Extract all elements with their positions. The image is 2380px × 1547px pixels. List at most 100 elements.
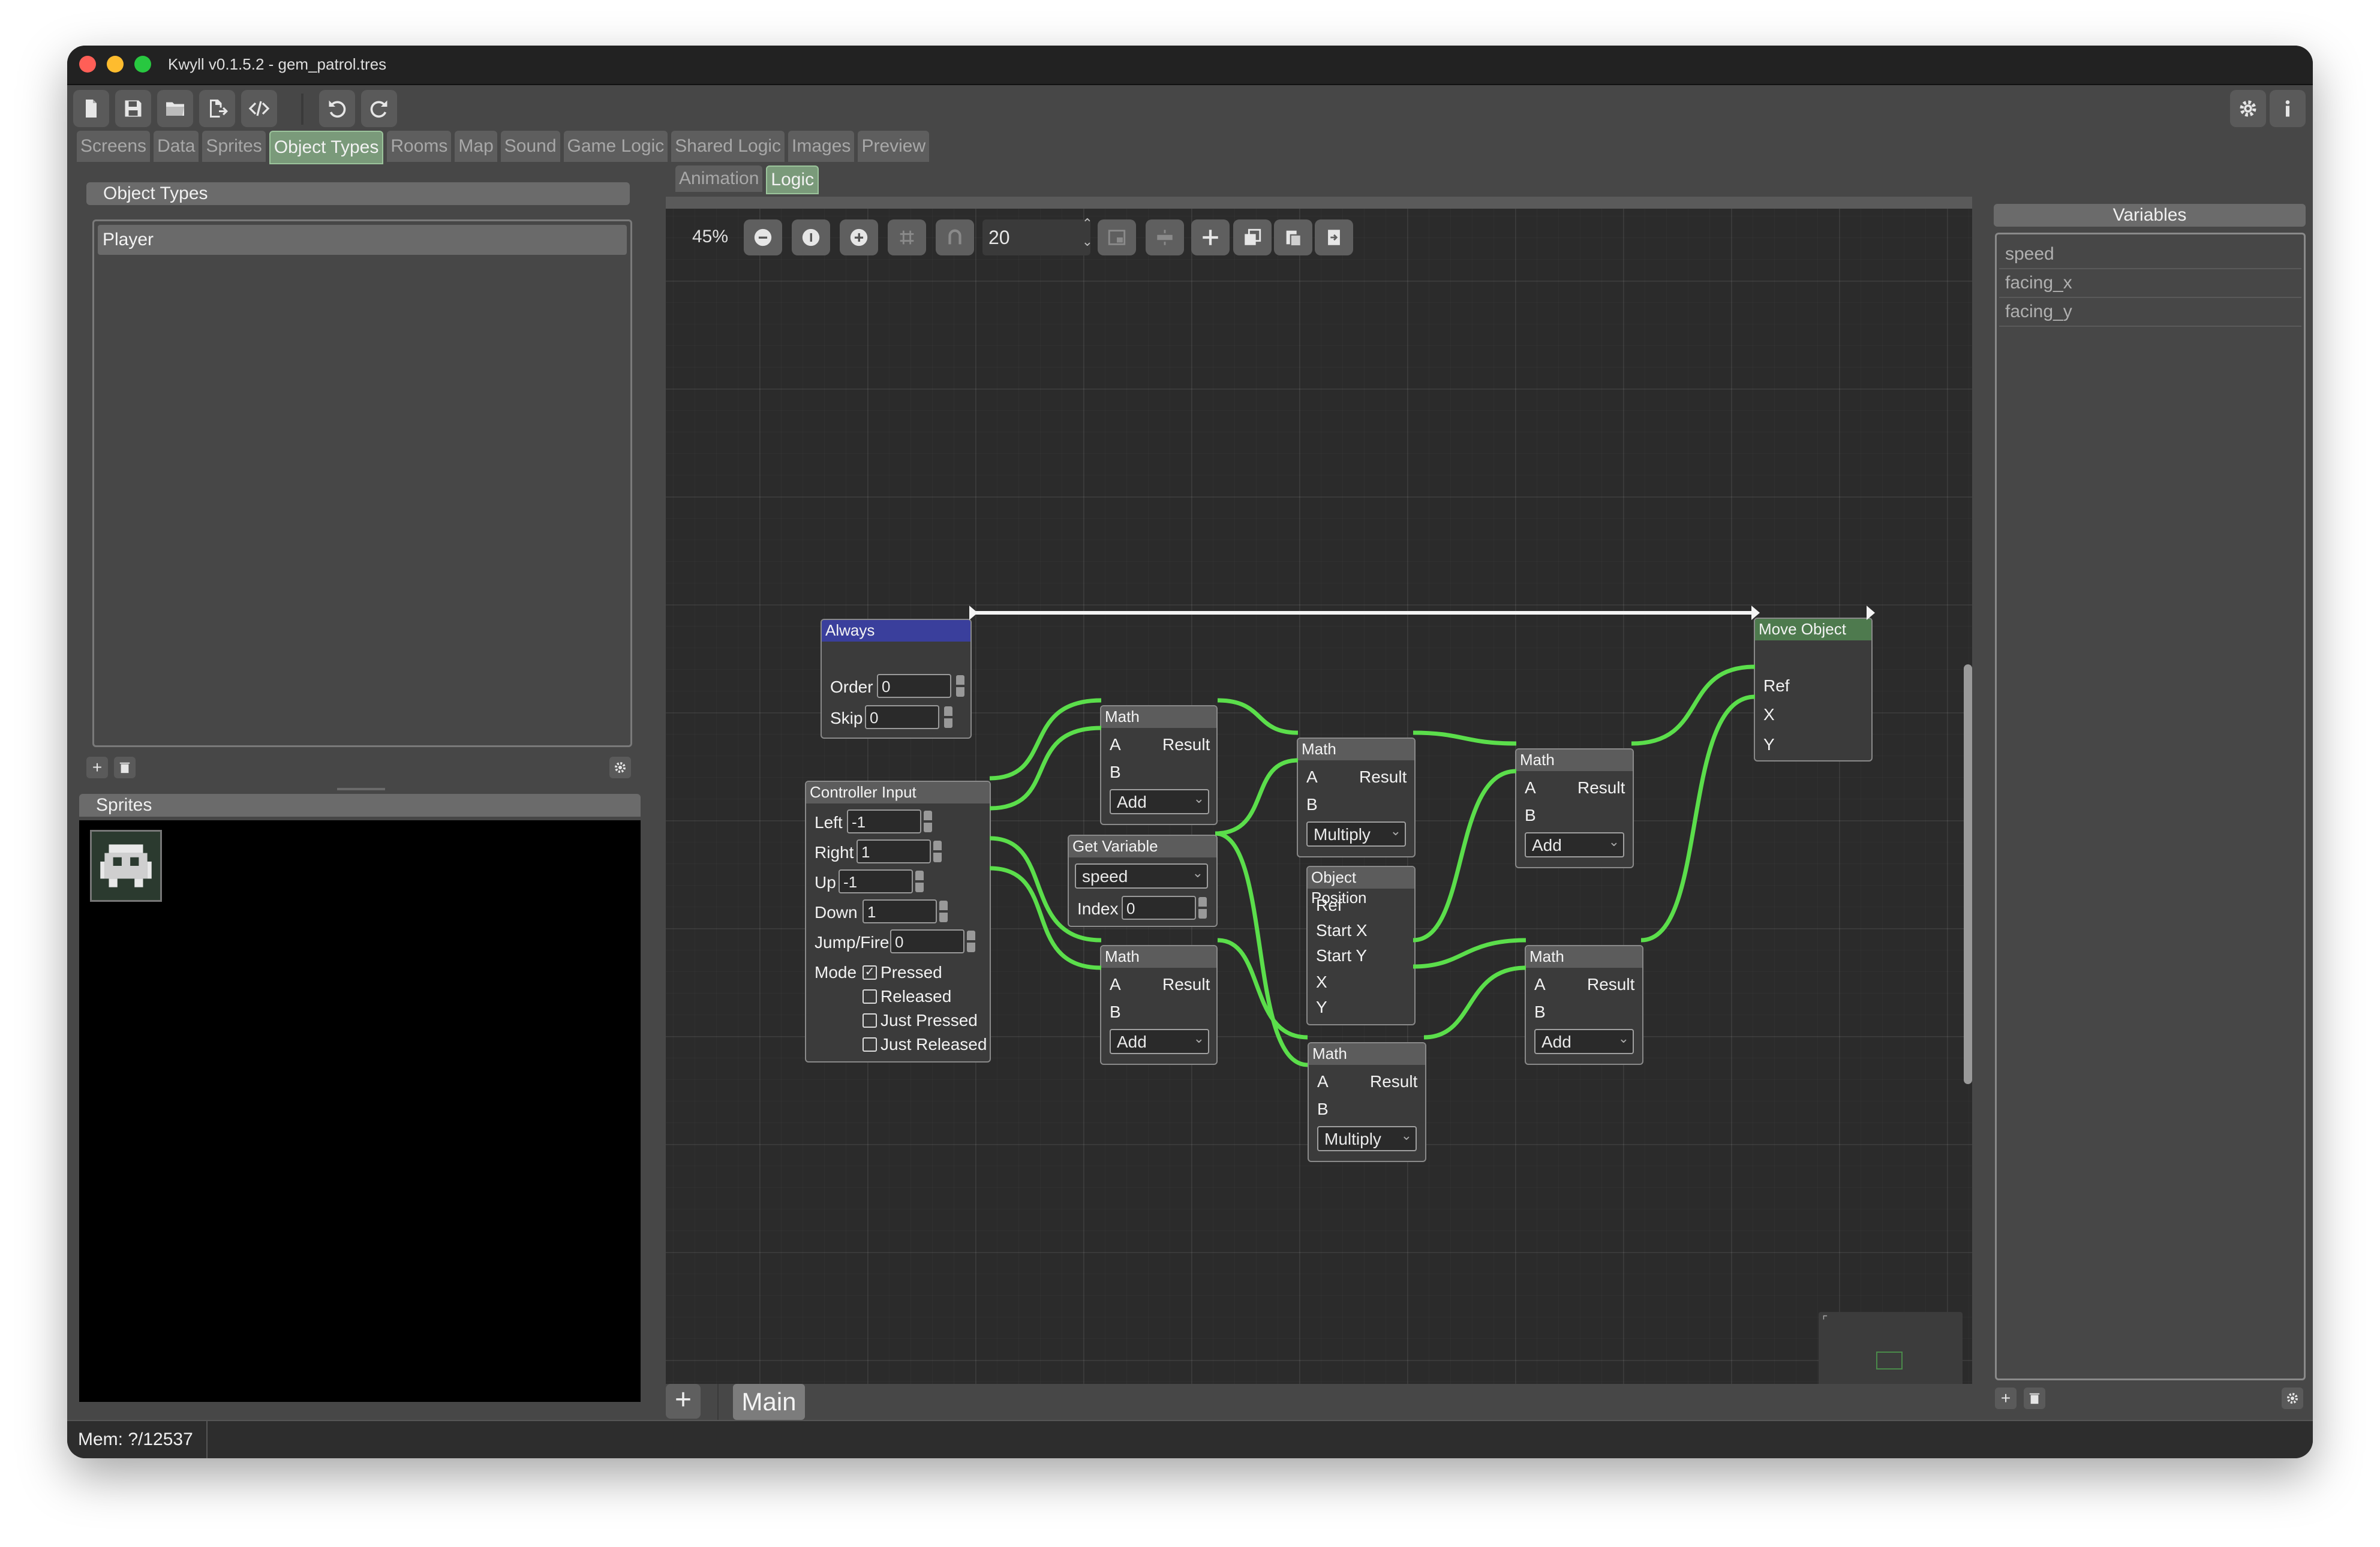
arrange-nodes-button[interactable] xyxy=(1146,219,1184,255)
variable-select[interactable]: speed xyxy=(1075,861,1208,889)
export-button[interactable] xyxy=(199,90,235,127)
jump-fire-spin-icon[interactable] xyxy=(967,931,975,952)
index-spin-icon[interactable] xyxy=(1198,897,1207,919)
zoom-in-button[interactable] xyxy=(840,219,878,255)
b-port-label: B xyxy=(1534,1003,1546,1021)
trash-icon xyxy=(2029,1393,2040,1404)
left-spin-icon[interactable] xyxy=(924,811,932,832)
tab-sound[interactable]: Sound xyxy=(500,131,560,162)
add-node-button[interactable] xyxy=(1191,219,1230,255)
tab-screens[interactable]: Screens xyxy=(77,131,151,162)
sprite-thumbnail[interactable] xyxy=(90,830,162,902)
math-op-select[interactable]: Add xyxy=(1110,787,1209,814)
jump-fire-input[interactable]: 0 xyxy=(890,929,964,953)
node-get-variable[interactable]: Get Variable speed Index 0 xyxy=(1068,835,1218,927)
mode-just-released-checkbox[interactable] xyxy=(863,1037,877,1052)
index-input[interactable]: 0 xyxy=(1122,896,1196,920)
zoom-out-button[interactable] xyxy=(744,219,782,255)
node-math[interactable]: Math A Result B Add xyxy=(1515,748,1634,868)
node-math[interactable]: Math A Result B Multiply xyxy=(1297,738,1416,857)
tab-animation[interactable]: Animation xyxy=(675,165,763,192)
skip-input[interactable]: 0 xyxy=(865,705,939,729)
open-button[interactable] xyxy=(157,90,193,127)
tab-object-types[interactable]: Object Types xyxy=(269,131,384,164)
minimap-toggle-button[interactable] xyxy=(1098,219,1136,255)
new-file-button[interactable] xyxy=(73,90,109,127)
tab-game-logic[interactable]: Game Logic xyxy=(563,131,668,162)
right-input[interactable]: 1 xyxy=(857,839,931,863)
grid-size-spinbox[interactable]: 20 ⌃ ⌄ xyxy=(982,216,1093,255)
tab-logic[interactable]: Logic xyxy=(766,165,819,194)
node-controller-input[interactable]: Controller Input Left -1 Right 1 Up -1 D… xyxy=(805,781,991,1063)
tab-rooms[interactable]: Rooms xyxy=(387,131,452,162)
tab-sprites[interactable]: Sprites xyxy=(202,131,266,162)
up-input[interactable]: -1 xyxy=(839,869,913,893)
node-math[interactable]: Math A Result B Add xyxy=(1100,705,1218,825)
undo-button[interactable] xyxy=(319,90,355,127)
math-op-select[interactable]: Multiply xyxy=(1317,1124,1417,1151)
info-button[interactable] xyxy=(2270,90,2306,127)
add-variable-button[interactable]: + xyxy=(1995,1388,2017,1409)
variable-settings-button[interactable] xyxy=(2282,1388,2303,1409)
node-move-object[interactable]: Move Object Ref X Y xyxy=(1754,618,1873,762)
tab-map[interactable]: Map xyxy=(455,131,497,162)
add-object-type-button[interactable]: + xyxy=(86,757,108,778)
mode-released-checkbox[interactable] xyxy=(863,989,877,1004)
right-spin-icon[interactable] xyxy=(933,841,942,862)
zoom-window-button[interactable] xyxy=(134,56,151,73)
node-object-position[interactable]: Object Position Ref Start X Start Y X Y xyxy=(1306,866,1416,1025)
object-types-list[interactable]: Player xyxy=(92,219,632,747)
tab-images[interactable]: Images xyxy=(788,131,855,162)
math-op-select[interactable]: Add xyxy=(1110,1027,1209,1054)
object-type-settings-button[interactable] xyxy=(609,757,631,778)
duplicate-button[interactable] xyxy=(1233,219,1272,255)
graph-vertical-scrollbar[interactable] xyxy=(1964,664,1972,1084)
save-button[interactable] xyxy=(115,90,151,127)
node-math[interactable]: Math A Result B Multiply xyxy=(1308,1042,1426,1162)
math-op-select[interactable]: Add xyxy=(1525,830,1624,857)
spin-arrows-icon[interactable]: ⌃ ⌄ xyxy=(1082,215,1093,251)
order-spin-icon[interactable] xyxy=(956,675,964,697)
delete-object-type-button[interactable] xyxy=(114,757,136,778)
add-graph-tab-button[interactable]: + xyxy=(666,1384,701,1419)
graph-minimap[interactable]: ⌜ xyxy=(1819,1312,1963,1384)
minimap-viewport[interactable] xyxy=(1876,1352,1903,1370)
toggle-snap-button[interactable] xyxy=(936,219,974,255)
variable-item[interactable]: facing_y xyxy=(1999,298,2301,327)
redo-button[interactable] xyxy=(361,90,397,127)
math-op-select[interactable]: Add xyxy=(1534,1027,1634,1054)
skip-spin-icon[interactable] xyxy=(944,706,952,728)
paste-button[interactable] xyxy=(1274,219,1312,255)
up-spin-icon[interactable] xyxy=(915,871,924,892)
logic-graph-canvas[interactable]: 45% 20 ⌃ ⌄ Always Order 0 Skip 0 Move Ob… xyxy=(666,209,1972,1384)
b-port-label: B xyxy=(1110,1003,1121,1021)
delete-variable-button[interactable] xyxy=(2024,1388,2045,1409)
variables-list[interactable]: speed facing_x facing_y xyxy=(1995,233,2306,1380)
snap-grid-button[interactable] xyxy=(888,219,926,255)
down-spin-icon[interactable] xyxy=(939,901,948,922)
down-input[interactable]: 1 xyxy=(863,899,937,923)
variable-item[interactable]: facing_x xyxy=(1999,269,2301,298)
object-type-item[interactable]: Player xyxy=(98,225,627,255)
object-types-header: Object Types xyxy=(86,182,630,205)
close-window-button[interactable] xyxy=(79,56,96,73)
settings-button[interactable] xyxy=(2230,90,2266,127)
node-always[interactable]: Always Order 0 Skip 0 xyxy=(821,619,972,739)
mode-pressed-checkbox[interactable]: ✓ xyxy=(863,965,877,980)
split-handle[interactable] xyxy=(337,788,385,790)
tab-shared-logic[interactable]: Shared Logic xyxy=(671,131,785,162)
variable-item[interactable]: speed xyxy=(1999,240,2301,269)
mode-just-pressed-checkbox[interactable] xyxy=(863,1013,877,1028)
zoom-reset-button[interactable] xyxy=(792,219,830,255)
import-button[interactable] xyxy=(1315,219,1353,255)
minimize-window-button[interactable] xyxy=(107,56,124,73)
tab-data[interactable]: Data xyxy=(154,131,199,162)
node-math[interactable]: Math A Result B Add xyxy=(1525,945,1643,1065)
graph-tab-main[interactable]: Main xyxy=(733,1384,805,1420)
order-input[interactable]: 0 xyxy=(877,674,951,698)
math-op-select[interactable]: Multiply xyxy=(1306,819,1406,847)
code-button[interactable] xyxy=(241,90,277,127)
tab-preview[interactable]: Preview xyxy=(858,131,930,162)
node-math[interactable]: Math A Result B Add xyxy=(1100,945,1218,1065)
left-input[interactable]: -1 xyxy=(847,809,921,833)
